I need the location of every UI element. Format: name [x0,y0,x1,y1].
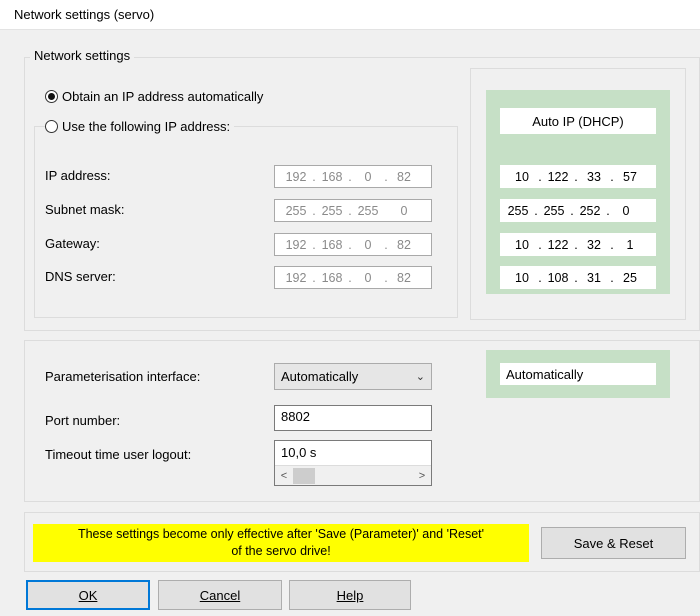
octet: 192 [285,270,307,285]
scroll-thumb[interactable] [293,467,315,484]
octet: 252 [579,203,601,218]
subnet-mask-label: Subnet mask: [45,202,125,217]
ok-button-label: OK [78,587,98,603]
notice-line-2: of the servo drive! [231,544,331,558]
octet: 1 [626,237,634,252]
save-reset-button[interactable]: Save & Reset [541,527,686,559]
interface-status: Automatically [500,363,656,385]
octet: 168 [321,270,343,285]
title-bar: Network settings (servo) [0,0,700,30]
timeout-label: Timeout time user logout: [45,447,192,462]
chevron-right-icon[interactable]: > [413,470,431,482]
help-button[interactable]: Help [289,580,411,610]
radio-auto-ip-button[interactable] [45,90,58,103]
octet: 255 [285,203,307,218]
port-label: Port number: [45,413,121,428]
subnet-mask-input[interactable]: 255. 255. 255 0 [274,199,432,222]
cancel-button-text: Cancel [199,587,241,603]
octet: 168 [321,237,343,252]
octet: 108 [547,270,569,285]
dns-server-input[interactable]: 192. 168. 0. 82 [274,266,432,289]
octet: 10 [515,169,529,184]
auto-ip-address: 10. 122. 33. 57 [500,165,656,188]
chevron-left-icon[interactable]: < [275,470,293,482]
manual-ip-group [34,126,458,318]
octet: 57 [623,169,637,184]
octet: 0 [364,270,372,285]
octet: 10 [515,270,529,285]
dns-server-label: DNS server: [45,269,116,284]
cancel-button-label: Cancel [200,588,240,603]
octet: 255 [321,203,343,218]
octet: 32 [587,237,601,252]
radio-manual-ip-label: Use the following IP address: [62,119,231,134]
auto-ip-title: Auto IP (DHCP) [500,108,656,134]
cancel-button[interactable]: Cancel [158,580,282,610]
interface-label: Parameterisation interface: [45,369,201,384]
octet: 0 [622,203,630,218]
notice-banner: These settings become only effective aft… [33,524,529,562]
ip-address-input[interactable]: 192. 168. 0. 82 [274,165,432,188]
octet: 255 [357,203,379,218]
timeout-scrollbar[interactable]: < > [275,465,431,485]
octet: 25 [623,270,637,285]
ok-button[interactable]: OK [26,580,150,610]
network-settings-legend: Network settings [30,48,135,63]
notice-line-1: These settings become only effective aft… [77,527,485,541]
auto-dns-server: 10. 108. 31. 25 [500,266,656,289]
gateway-label: Gateway: [45,236,100,251]
octet: 122 [547,237,569,252]
timeout-value: 10,0 s [281,445,317,460]
radio-auto-ip[interactable]: Obtain an IP address automatically [45,89,263,104]
octet: 0 [364,169,372,184]
radio-auto-ip-label: Obtain an IP address automatically [62,89,264,104]
octet: 255 [543,203,565,218]
interface-select-value: Automatically [281,369,359,384]
octet: 33 [587,169,601,184]
octet: 255 [507,203,529,218]
octet: 31 [587,270,601,285]
octet: 82 [397,237,411,252]
octet: 168 [321,169,343,184]
auto-subnet-mask: 255. 255. 252. 0 [500,199,656,222]
octet: 0 [400,203,408,218]
help-button-label: Help [336,587,364,603]
octet: 122 [547,169,569,184]
interface-select[interactable]: Automatically ⌄ [274,363,432,390]
gateway-input[interactable]: 192. 168. 0. 82 [274,233,432,256]
chevron-down-icon: ⌄ [415,371,425,383]
ip-address-label: IP address: [45,168,111,183]
port-input[interactable]: 8802 [274,405,432,431]
octet: 192 [285,169,307,184]
radio-manual-ip[interactable]: Use the following IP address: [45,119,235,134]
octet: 0 [364,237,372,252]
octet: 192 [285,237,307,252]
octet: 82 [397,270,411,285]
radio-manual-ip-button[interactable] [45,120,58,133]
octet: 10 [515,237,529,252]
timeout-input[interactable]: 10,0 s < > [274,440,432,486]
window-title: Network settings (servo) [14,7,155,22]
interface-status-text: Automatically [506,366,584,382]
octet: 82 [397,169,411,184]
auto-gateway: 10. 122. 32. 1 [500,233,656,256]
